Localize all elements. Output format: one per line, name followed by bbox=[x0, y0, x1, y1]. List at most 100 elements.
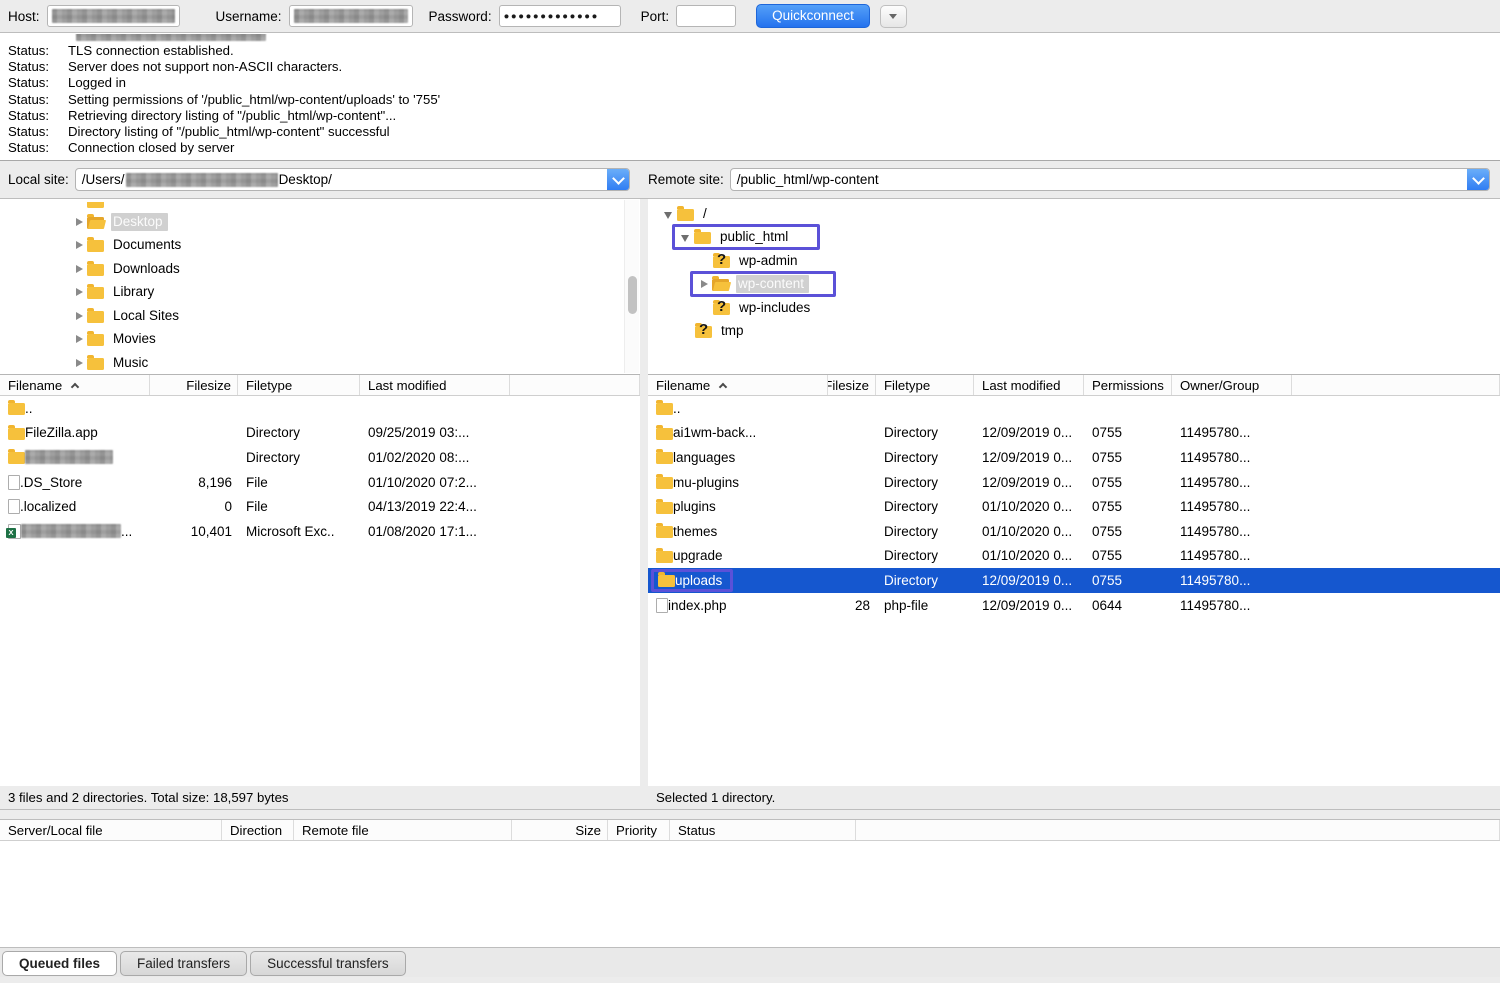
tree-item-local-sites[interactable]: Local Sites bbox=[0, 304, 640, 328]
tab-queued-files[interactable]: Queued files bbox=[2, 951, 117, 976]
cell-size bbox=[150, 445, 238, 470]
expander-closed-icon[interactable] bbox=[72, 215, 87, 229]
expander-closed-icon[interactable] bbox=[72, 262, 87, 276]
remote-site-combo[interactable]: /public_html/wp-content bbox=[730, 168, 1490, 191]
cell-perms: 0755 bbox=[1084, 568, 1172, 593]
cell-perms bbox=[1084, 396, 1172, 421]
expander-closed-icon[interactable] bbox=[72, 238, 87, 252]
queue-column-remote-file[interactable]: Remote file bbox=[294, 820, 512, 840]
file-row-item[interactable]: .. bbox=[0, 396, 640, 421]
file-row-localized[interactable]: .localized0File04/13/2019 22:4... bbox=[0, 494, 640, 519]
expander-open-icon[interactable] bbox=[662, 207, 677, 221]
expander-closed-icon[interactable] bbox=[72, 332, 87, 346]
annotation-highlight-box: wp-content bbox=[690, 271, 836, 297]
queue-column-direction[interactable]: Direction bbox=[222, 820, 294, 840]
cell-size bbox=[828, 421, 876, 446]
local-site-combo[interactable]: /Users/Desktop/ bbox=[75, 168, 630, 191]
annotation-highlight-box: public_html bbox=[672, 224, 820, 250]
quickconnect-dropdown-button[interactable] bbox=[880, 5, 907, 28]
tree-item-wp-includes[interactable]: wp-includes bbox=[648, 296, 1500, 320]
tree-item-library[interactable]: Library bbox=[0, 281, 640, 305]
name-wrap: .localized bbox=[8, 499, 76, 514]
column-header-filesize[interactable]: Filesize bbox=[150, 375, 238, 395]
tree-item-music[interactable]: Music bbox=[0, 351, 640, 375]
local-combo-dropdown-icon[interactable] bbox=[607, 168, 630, 191]
log-status-label: Status: bbox=[0, 140, 68, 156]
queue-column-filler bbox=[856, 820, 1500, 840]
column-header-filler bbox=[510, 375, 640, 395]
column-header-permissions[interactable]: Permissions bbox=[1084, 375, 1172, 395]
queue-column-server-local-file[interactable]: Server/Local file bbox=[0, 820, 222, 840]
tree-item-public-html[interactable]: public_html bbox=[648, 226, 1500, 250]
file-row-item[interactable]: .. bbox=[648, 396, 1500, 421]
remote-path-value: /public_html/wp-content bbox=[737, 172, 879, 187]
local-status-text: 3 files and 2 directories. Total size: 1… bbox=[0, 790, 289, 805]
scrollbar-thumb[interactable] bbox=[628, 276, 637, 314]
column-header-filename[interactable]: Filename bbox=[0, 375, 150, 395]
username-input[interactable] bbox=[289, 5, 413, 27]
excel-file-icon bbox=[8, 524, 21, 539]
queue-column-priority[interactable]: Priority bbox=[608, 820, 670, 840]
tab-successful-transfers[interactable]: Successful transfers bbox=[250, 951, 406, 976]
column-header-filesize[interactable]: Filesize bbox=[828, 375, 876, 395]
file-row-mu-plugins[interactable]: mu-pluginsDirectory12/09/2019 0...075511… bbox=[648, 470, 1500, 495]
file-row-themes[interactable]: themesDirectory01/10/2020 0...0755114957… bbox=[648, 519, 1500, 544]
column-header-owner-group[interactable]: Owner/Group bbox=[1172, 375, 1292, 395]
tree-item-tmp[interactable]: tmp bbox=[648, 320, 1500, 344]
column-header-last-modified[interactable]: Last modified bbox=[360, 375, 510, 395]
cell-name: ... bbox=[0, 519, 150, 544]
expander-open-icon[interactable] bbox=[679, 230, 694, 244]
quickconnect-button[interactable]: Quickconnect bbox=[756, 4, 870, 28]
tree-item-label: wp-admin bbox=[737, 252, 803, 270]
filename-label: themes bbox=[673, 524, 717, 539]
folder-icon bbox=[656, 526, 673, 538]
file-row-filezilla-app[interactable]: FileZilla.appDirectory09/25/2019 03:... bbox=[0, 421, 640, 446]
tree-item-movies[interactable]: Movies bbox=[0, 328, 640, 352]
tree-item-label: tmp bbox=[719, 322, 749, 340]
file-row-redacted[interactable]: Directory01/02/2020 08:... bbox=[0, 445, 640, 470]
expander-closed-icon[interactable] bbox=[72, 356, 87, 370]
column-header-filename[interactable]: Filename bbox=[648, 375, 828, 395]
file-row-uploads[interactable]: uploadsDirectory12/09/2019 0...075511495… bbox=[648, 568, 1500, 593]
column-header-last-modified[interactable]: Last modified bbox=[974, 375, 1084, 395]
file-list-header: FilenameFilesizeFiletypeLast modified bbox=[0, 375, 640, 396]
tree-item-partial[interactable] bbox=[0, 202, 640, 210]
filezilla-window: Host: Username: Password: ●●●●●●●●●●●●● … bbox=[0, 0, 1500, 983]
panel-divider[interactable] bbox=[640, 199, 648, 375]
tree-item-wp-admin[interactable]: wp-admin bbox=[648, 249, 1500, 273]
file-row-languages[interactable]: languagesDirectory12/09/2019 0...0755114… bbox=[648, 445, 1500, 470]
column-header-filetype[interactable]: Filetype bbox=[238, 375, 360, 395]
panel-divider[interactable] bbox=[640, 375, 648, 786]
file-row-ai1wm-back[interactable]: ai1wm-back...Directory12/09/2019 0...075… bbox=[648, 421, 1500, 446]
tree-item-wp-content[interactable]: wp-content bbox=[648, 273, 1500, 297]
expander-closed-icon[interactable] bbox=[72, 309, 87, 323]
column-header-label: Filename bbox=[656, 378, 710, 393]
cell-name: .localized bbox=[0, 494, 150, 519]
log-status-label: Status: bbox=[0, 43, 68, 59]
queue-column-status[interactable]: Status bbox=[670, 820, 856, 840]
tree-item-documents[interactable]: Documents bbox=[0, 234, 640, 258]
queue-column-size[interactable]: Size bbox=[512, 820, 608, 840]
tab-failed-transfers[interactable]: Failed transfers bbox=[120, 951, 247, 976]
host-input[interactable] bbox=[47, 5, 180, 27]
column-header-filetype[interactable]: Filetype bbox=[876, 375, 974, 395]
file-row-plugins[interactable]: pluginsDirectory01/10/2020 0...075511495… bbox=[648, 494, 1500, 519]
tree-item-item[interactable]: / bbox=[648, 202, 1500, 226]
file-row-redacted[interactable]: ...10,401Microsoft Exc..01/08/2020 17:1.… bbox=[0, 519, 640, 544]
expander-closed-icon[interactable] bbox=[697, 277, 712, 291]
log-message: Server does not support non-ASCII charac… bbox=[68, 59, 342, 75]
remote-combo-dropdown-icon[interactable] bbox=[1467, 168, 1490, 191]
tree-item-desktop[interactable]: Desktop bbox=[0, 210, 640, 234]
password-input[interactable]: ●●●●●●●●●●●●● bbox=[499, 5, 621, 27]
log-row: Status:Connection closed by server bbox=[0, 140, 1500, 156]
folder-icon bbox=[87, 311, 104, 323]
file-row-upgrade[interactable]: upgradeDirectory01/10/2020 0...075511495… bbox=[648, 544, 1500, 569]
file-row-index-php[interactable]: index.php28php-file12/09/2019 0...064411… bbox=[648, 593, 1500, 618]
cell-size bbox=[828, 519, 876, 544]
tree-panels: DesktopDocumentsDownloadsLibraryLocal Si… bbox=[0, 199, 1500, 375]
tree-item-downloads[interactable]: Downloads bbox=[0, 257, 640, 281]
expander-closed-icon[interactable] bbox=[72, 285, 87, 299]
port-input[interactable] bbox=[676, 5, 736, 27]
local-tree-scrollbar[interactable] bbox=[624, 200, 639, 373]
file-row-ds-store[interactable]: .DS_Store8,196File01/10/2020 07:2... bbox=[0, 470, 640, 495]
